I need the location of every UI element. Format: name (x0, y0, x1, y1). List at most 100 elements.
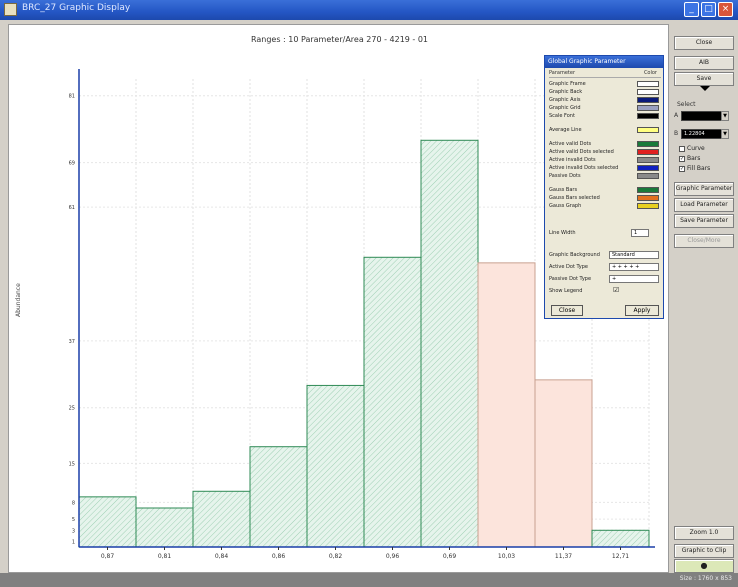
line-width-label: Line Width (549, 230, 576, 236)
close-more-button[interactable]: Close/More (674, 234, 734, 248)
column-color-label: Color (643, 70, 657, 76)
dialog-color-swatch[interactable] (637, 157, 659, 163)
column-parameter-label: Parameter (549, 70, 576, 76)
dialog-color-swatch[interactable] (637, 203, 659, 209)
x-tick-label: 0,87 (101, 553, 115, 560)
dialog-param-label: Active valid Dots (549, 141, 592, 147)
y-tick-label: 15 (69, 461, 75, 467)
checkbox-curve-label: Curve (687, 145, 705, 152)
graphic-parameter-button[interactable]: Graphic Parameter (674, 182, 734, 196)
global-graphic-parameter-dialog[interactable]: Global Graphic Parameter Parameter Color… (544, 55, 664, 319)
right-control-panel: Close AIB Save Select A ▼ B 1.22804 ▼ Cur… (671, 24, 737, 573)
dialog-param-label: Active invalid Dots selected (549, 165, 619, 171)
dialog-color-swatch[interactable] (637, 89, 659, 95)
dialog-color-swatch[interactable] (637, 113, 659, 119)
dialog-param-label: Gauss Bars selected (549, 195, 600, 201)
close-button[interactable]: Close (674, 36, 734, 50)
histogram-bar (192, 490, 251, 548)
y-tick-label: 25 (69, 406, 75, 412)
active-dot-type-select[interactable]: + + + + + (609, 263, 659, 271)
title-bar[interactable]: BRC_27 Graphic Display _ □ × (0, 0, 738, 20)
histogram-bar (306, 384, 365, 548)
load-parameter-button[interactable]: Load Parameter (674, 198, 734, 212)
show-legend-label: Show Legend (549, 288, 583, 294)
select-label: Select (677, 101, 696, 108)
checkbox-box[interactable]: ✓ (679, 155, 685, 162)
chevron-down-icon[interactable]: ▼ (721, 129, 729, 139)
dialog-param-label: Gauss Graph (549, 203, 582, 209)
x-tick-label: 0,82 (329, 553, 343, 560)
save-button[interactable]: Save (674, 72, 734, 86)
value-select-b[interactable]: 1.22804 ▼ (681, 129, 729, 139)
field-b-label: B (674, 130, 679, 137)
checkbox-fill-bars-label: Fill Bars (687, 165, 711, 172)
dialog-color-swatch[interactable] (637, 127, 659, 133)
dialog-title[interactable]: Global Graphic Parameter (545, 56, 663, 68)
zoom-button[interactable]: Zoom 1.0 (674, 526, 734, 540)
dialog-param-label: Graphic Back (549, 89, 583, 95)
dialog-close-button[interactable]: Close (551, 305, 583, 316)
value-select-b-text: 1.22804 (684, 131, 705, 137)
histogram-bar (78, 496, 137, 548)
chevron-down-icon[interactable]: ▼ (721, 111, 729, 121)
aib-button[interactable]: AIB (674, 56, 734, 70)
status-size-text: Size : 1760 x 853 (679, 575, 732, 582)
dialog-color-swatch[interactable] (637, 105, 659, 111)
y-tick-label: 37 (69, 339, 75, 345)
dropdown-arrow-icon[interactable] (700, 86, 710, 91)
application-window: BRC_27 Graphic Display _ □ × Ranges : 10… (0, 0, 738, 587)
close-window-button[interactable]: × (718, 2, 733, 17)
passive-dot-type-label: Passive Dot Type (549, 276, 592, 282)
color-select-a[interactable]: ▼ (681, 111, 729, 121)
line-width-spinner[interactable]: 1 (631, 229, 649, 237)
histogram-bar (420, 139, 479, 548)
dialog-param-label: Scale Font (549, 113, 575, 119)
dialog-color-swatch[interactable] (637, 187, 659, 193)
checkbox-fill-bars[interactable]: ✓ Fill Bars (679, 165, 710, 172)
active-dot-type-label: Active Dot Type (549, 264, 588, 270)
histogram-bar (591, 529, 650, 548)
dialog-param-label: Active invalid Dots (549, 157, 596, 163)
window-title: BRC_27 Graphic Display (22, 3, 131, 13)
graphic-background-value: Standard (612, 252, 635, 258)
dialog-color-swatch[interactable] (637, 141, 659, 147)
histogram-bar (363, 256, 422, 548)
checkbox-curve[interactable]: Curve (679, 145, 705, 152)
dialog-color-swatch[interactable] (637, 97, 659, 103)
dialog-color-swatch[interactable] (637, 81, 659, 87)
show-legend-checkbox[interactable]: ☑ (613, 286, 619, 294)
maximize-button[interactable]: □ (701, 2, 716, 17)
checkbox-box[interactable]: ✓ (679, 165, 685, 172)
y-tick-label: 8 (72, 500, 75, 506)
histogram-bar (477, 262, 536, 548)
dialog-color-swatch[interactable] (637, 165, 659, 171)
y-tick-label: 69 (69, 161, 75, 167)
passive-dot-type-select[interactable]: + (609, 275, 659, 283)
dialog-apply-button[interactable]: Apply (625, 305, 659, 316)
active-dot-type-value: + + + + + (612, 264, 640, 270)
histogram-bar (249, 446, 308, 548)
dialog-param-label: Average Line (549, 127, 582, 133)
save-parameter-button[interactable]: Save Parameter (674, 214, 734, 228)
dialog-color-swatch[interactable] (637, 195, 659, 201)
camera-icon[interactable]: ● (674, 559, 734, 573)
checkbox-bars[interactable]: ✓ Bars (679, 155, 700, 162)
passive-dot-type-value: + (612, 276, 617, 282)
graphic-background-select[interactable]: Standard (609, 251, 659, 259)
minimize-button[interactable]: _ (684, 2, 699, 17)
checkbox-box[interactable] (679, 145, 685, 152)
graphic-to-clip-button[interactable]: Graphic to Clip (674, 544, 734, 558)
line-width-value: 1 (634, 230, 638, 236)
dialog-param-label: Gauss Bars (549, 187, 578, 193)
field-a-label: A (674, 112, 679, 119)
dialog-color-swatch[interactable] (637, 149, 659, 155)
dialog-color-swatch[interactable] (637, 173, 659, 179)
x-tick-label: 0,96 (386, 553, 400, 560)
y-tick-label: 3 (72, 528, 75, 534)
dialog-param-label: Passive Dots (549, 173, 581, 179)
graphic-background-label: Graphic Background (549, 252, 600, 258)
dialog-param-label: Graphic Grid (549, 105, 581, 111)
histogram-bar (135, 507, 194, 548)
x-tick-label: 12,71 (612, 553, 629, 560)
x-tick-label: 10,03 (498, 553, 515, 560)
